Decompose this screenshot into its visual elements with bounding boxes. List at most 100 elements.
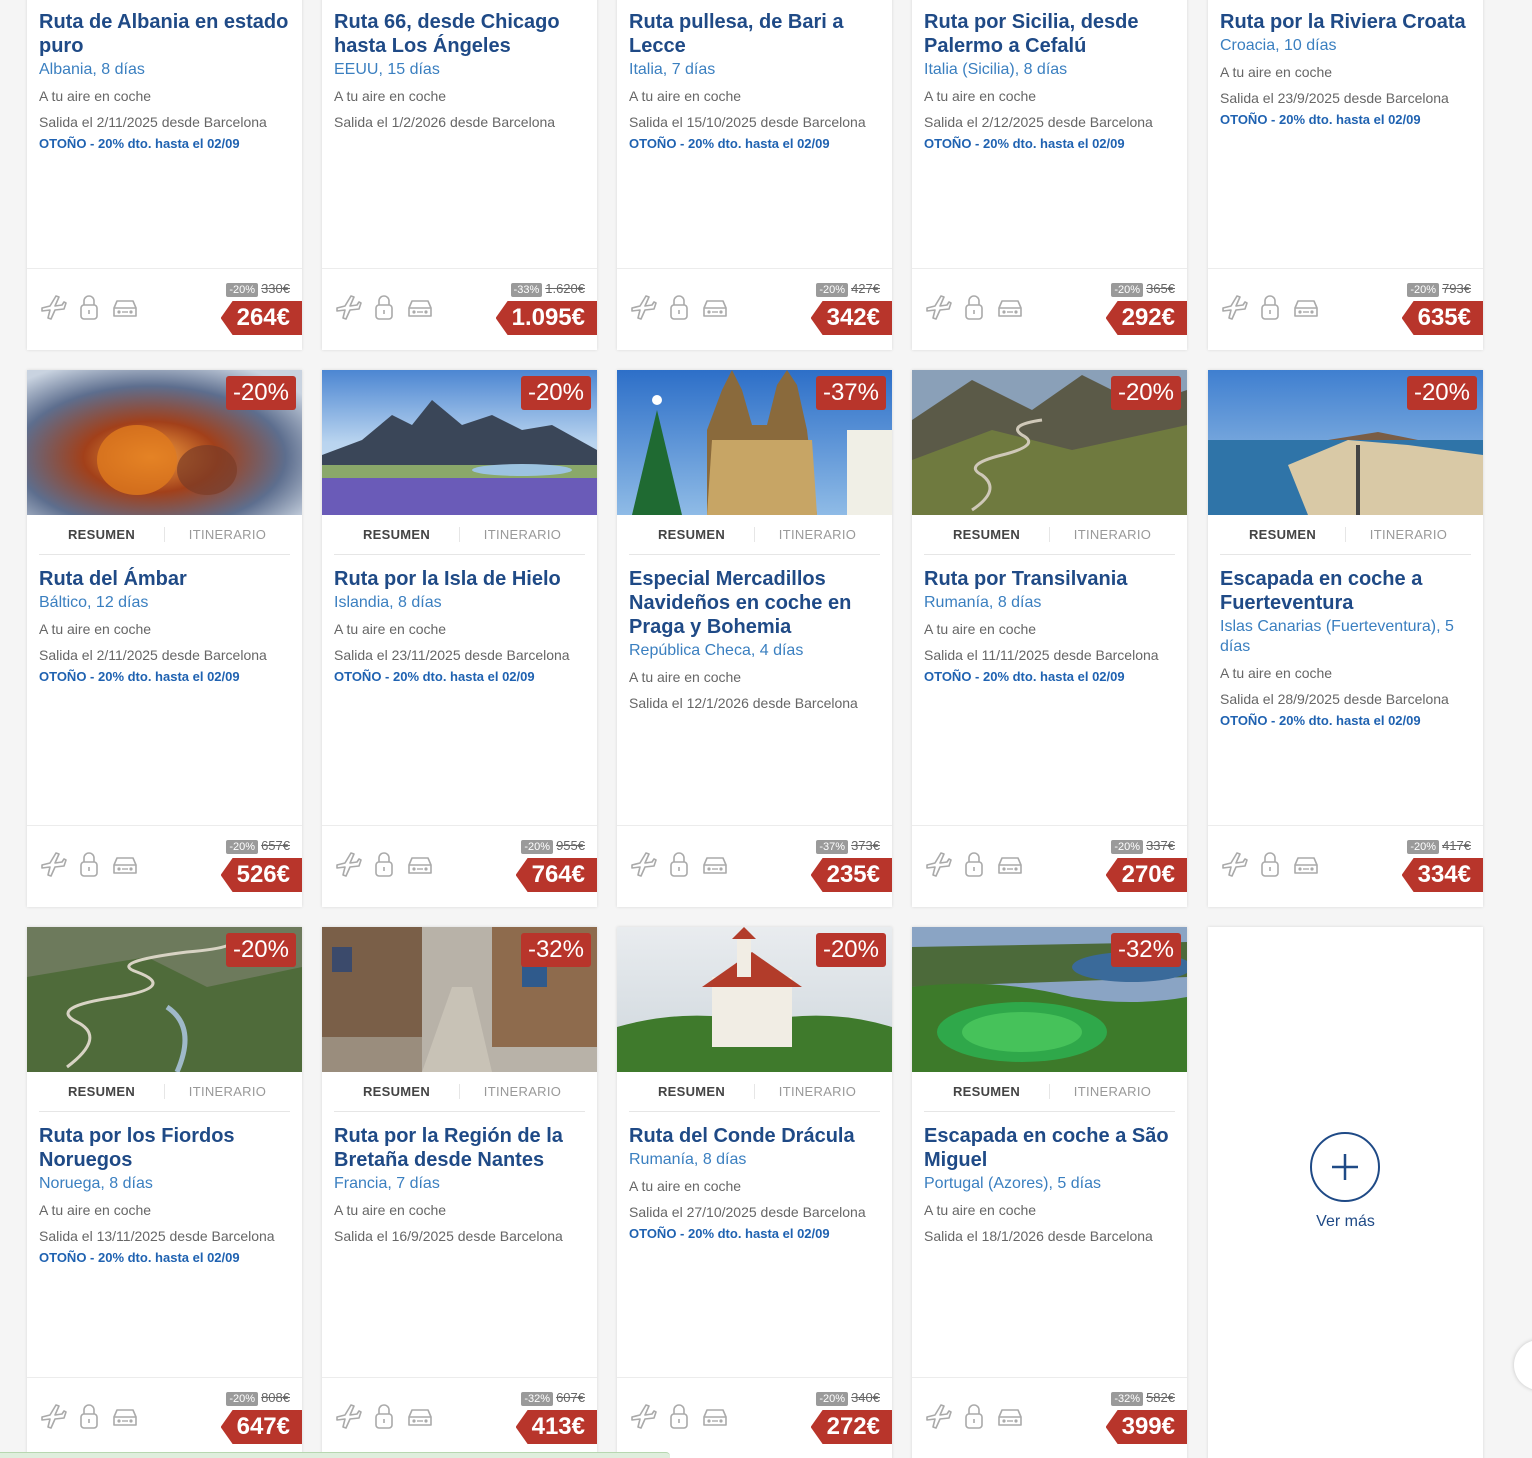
tab-itinerario[interactable]: ITINERARIO [165, 527, 290, 542]
trip-title[interactable]: Ruta por Sicilia, desde Palermo a Cefalú [924, 10, 1175, 58]
plus-icon[interactable] [1310, 1132, 1380, 1202]
price-tag[interactable]: 1.095€ [495, 301, 597, 335]
trip-card[interactable]: Ruta 66, desde Chicago hasta Los Ángeles… [322, 0, 597, 350]
price-tag[interactable]: 334€ [1401, 858, 1483, 892]
price-tag[interactable]: 264€ [220, 301, 302, 335]
car-icon [701, 850, 729, 878]
card-footer: -33% 1.620€ 1.095€ [322, 268, 597, 350]
scroll-top-button[interactable] [1514, 1340, 1532, 1390]
tab-resumen[interactable]: RESUMEN [334, 1084, 460, 1099]
trip-card[interactable]: Ruta de Albania en estado puro Albania, … [27, 0, 302, 350]
trip-title[interactable]: Ruta por la Región de la Bretaña desde N… [334, 1124, 585, 1172]
trip-photo[interactable]: -20% [322, 370, 597, 515]
price-tag[interactable]: 235€ [810, 858, 892, 892]
trip-title[interactable]: Ruta del Ámbar [39, 567, 290, 591]
price-tag[interactable]: 342€ [810, 301, 892, 335]
trip-card[interactable]: -32% RESUMEN ITINERARIO Ruta por la Regi… [322, 927, 597, 1458]
lock-icon [75, 1402, 103, 1430]
trip-photo[interactable]: -20% [27, 370, 302, 515]
plane-icon [924, 1402, 952, 1430]
tab-itinerario[interactable]: ITINERARIO [1346, 527, 1471, 542]
plane-icon [39, 293, 67, 321]
trip-title[interactable]: Ruta del Conde Drácula [629, 1124, 880, 1148]
trip-title[interactable]: Ruta por la Isla de Hielo [334, 567, 585, 591]
trip-title[interactable]: Escapada en coche a Fuerteventura [1220, 567, 1471, 615]
trip-promo: OTOÑO - 20% dto. hasta el 02/09 [39, 136, 240, 151]
tab-resumen[interactable]: RESUMEN [39, 1084, 165, 1099]
tab-itinerario[interactable]: ITINERARIO [165, 1084, 290, 1099]
old-price: 793€ [1442, 281, 1471, 296]
discount-pct: -20% [816, 1392, 849, 1406]
tab-itinerario[interactable]: ITINERARIO [1050, 527, 1175, 542]
trip-title[interactable]: Ruta 66, desde Chicago hasta Los Ángeles [334, 10, 585, 58]
trip-photo[interactable]: -20% [27, 927, 302, 1072]
trip-mode: A tu aire en coche [39, 621, 152, 637]
trip-card[interactable]: -20% RESUMEN ITINERARIO Ruta por los Fio… [27, 927, 302, 1458]
discount-pct: -20% [1111, 840, 1144, 854]
price-tag[interactable]: 647€ [220, 1410, 302, 1444]
tab-resumen[interactable]: RESUMEN [629, 1084, 755, 1099]
tab-itinerario[interactable]: ITINERARIO [755, 527, 880, 542]
price-tag[interactable]: 413€ [515, 1410, 597, 1444]
discount-pct: -20% [521, 840, 554, 854]
card-footer: -20% 365€ 292€ [912, 268, 1187, 350]
price-tag[interactable]: 526€ [220, 858, 302, 892]
trip-card[interactable]: -20% RESUMEN ITINERARIO Ruta del Ámbar B… [27, 370, 302, 907]
trip-photo[interactable]: -32% [322, 927, 597, 1072]
includes-icons [629, 293, 729, 321]
lock-icon [75, 850, 103, 878]
trip-card[interactable]: Ruta por la Riviera Croata Croacia, 10 d… [1208, 0, 1483, 350]
trip-title[interactable]: Especial Mercadillos Navideños en coche … [629, 567, 880, 639]
trip-photo[interactable]: -20% [617, 927, 892, 1072]
trip-card[interactable]: -20% RESUMEN ITINERARIO Escapada en coch… [1208, 370, 1483, 907]
card-footer: -20% 955€ 764€ [322, 825, 597, 907]
tab-resumen[interactable]: RESUMEN [334, 527, 460, 542]
includes-icons [924, 850, 1024, 878]
card-tabs: RESUMEN ITINERARIO [1220, 515, 1471, 555]
trip-card[interactable]: -20% RESUMEN ITINERARIO Ruta por la Isla… [322, 370, 597, 907]
ver-mas-card[interactable]: Ver más [1208, 927, 1483, 1458]
tab-itinerario[interactable]: ITINERARIO [460, 527, 585, 542]
tab-itinerario[interactable]: ITINERARIO [460, 1084, 585, 1099]
price-tag[interactable]: 272€ [810, 1410, 892, 1444]
trip-card[interactable]: -20% RESUMEN ITINERARIO Ruta por Transil… [912, 370, 1187, 907]
tab-resumen[interactable]: RESUMEN [39, 527, 165, 542]
tab-resumen[interactable]: RESUMEN [1220, 527, 1346, 542]
tab-resumen[interactable]: RESUMEN [924, 1084, 1050, 1099]
tab-itinerario[interactable]: ITINERARIO [755, 1084, 880, 1099]
tab-resumen[interactable]: RESUMEN [924, 527, 1050, 542]
trip-card[interactable]: -20% RESUMEN ITINERARIO Ruta del Conde D… [617, 927, 892, 1458]
tab-itinerario[interactable]: ITINERARIO [1050, 1084, 1175, 1099]
trip-photo[interactable]: -32% [912, 927, 1187, 1072]
price-tag[interactable]: 399€ [1105, 1410, 1187, 1444]
trip-title[interactable]: Ruta por los Fiordos Noruegos [39, 1124, 290, 1172]
trip-title[interactable]: Ruta de Albania en estado puro [39, 10, 290, 58]
trip-title[interactable]: Escapada en coche a São Miguel [924, 1124, 1175, 1172]
lock-icon [370, 850, 398, 878]
trip-photo[interactable]: -37% [617, 370, 892, 515]
trip-photo[interactable]: -20% [1208, 370, 1483, 515]
card-footer: -20% 808€ 647€ [27, 1377, 302, 1458]
trip-card[interactable]: Ruta pullesa, de Bari a Lecce Italia, 7 … [617, 0, 892, 350]
ver-mas-label[interactable]: Ver más [1208, 1213, 1483, 1231]
trip-card[interactable]: -32% RESUMEN ITINERARIO Escapada en coch… [912, 927, 1187, 1458]
plane-icon [629, 293, 657, 321]
trip-title[interactable]: Ruta por Transilvania [924, 567, 1175, 591]
old-price: 365€ [1146, 281, 1175, 296]
trip-card[interactable]: Ruta por Sicilia, desde Palermo a Cefalú… [912, 0, 1187, 350]
price-box: -20% 657€ 526€ [220, 838, 302, 892]
trip-departure: Salida el 23/11/2025 desde Barcelona [334, 647, 570, 663]
trip-title[interactable]: Ruta por la Riviera Croata [1220, 10, 1471, 34]
price-box: -20% 365€ 292€ [1105, 281, 1187, 335]
trip-card[interactable]: -37% RESUMEN ITINERARIO Especial Mercadi… [617, 370, 892, 907]
tab-resumen[interactable]: RESUMEN [629, 527, 755, 542]
trip-photo[interactable]: -20% [912, 370, 1187, 515]
price-tag[interactable]: 635€ [1401, 301, 1483, 335]
price-tag[interactable]: 764€ [515, 858, 597, 892]
lock-icon [1256, 293, 1284, 321]
price-box: -37% 373€ 235€ [810, 838, 892, 892]
price-tag[interactable]: 270€ [1105, 858, 1187, 892]
old-price: 808€ [261, 1390, 290, 1405]
trip-title[interactable]: Ruta pullesa, de Bari a Lecce [629, 10, 880, 58]
price-tag[interactable]: 292€ [1105, 301, 1187, 335]
